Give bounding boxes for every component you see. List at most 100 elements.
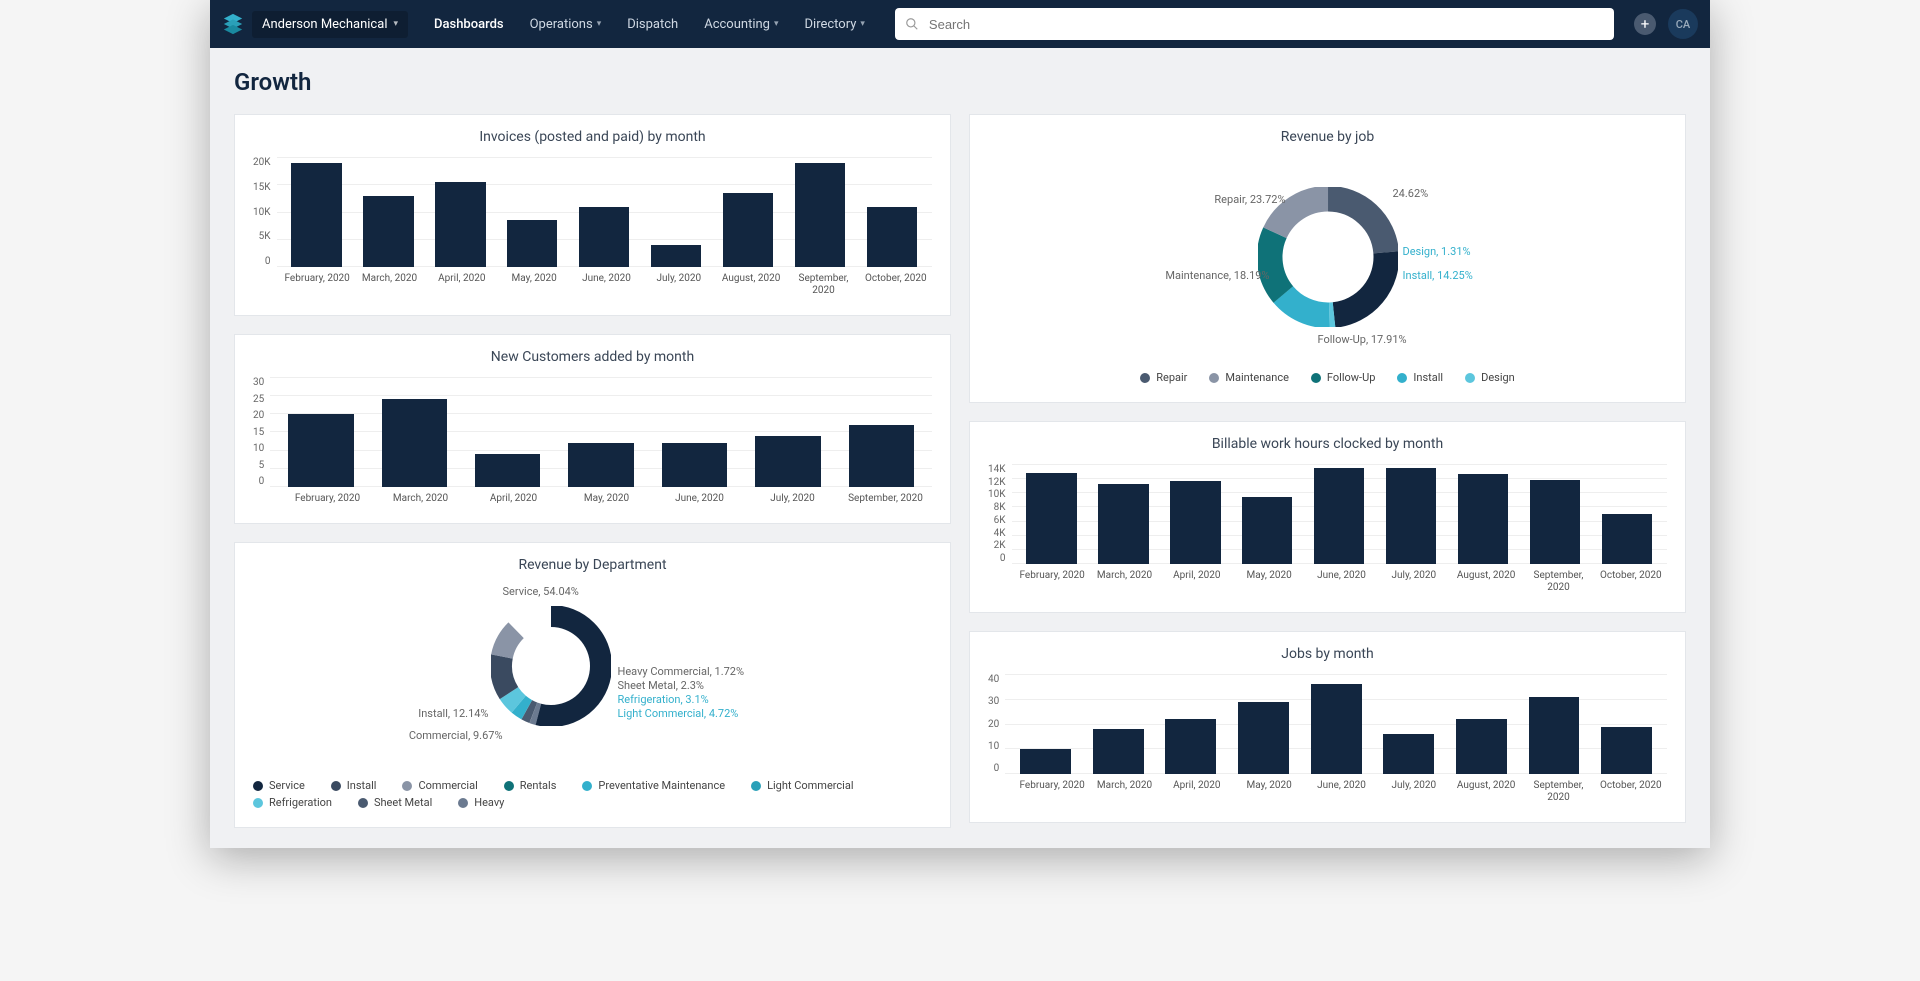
- card-new-customers: New Customers added by month 30252015105…: [234, 334, 951, 524]
- bar: [568, 443, 633, 487]
- chart-title: Billable work hours clocked by month: [988, 436, 1667, 452]
- slice-label: Design, 1.31%: [1403, 245, 1471, 258]
- nav-item-accounting[interactable]: Accounting▾: [694, 11, 788, 38]
- y-axis: 302520151050: [253, 377, 270, 487]
- bar: [1026, 473, 1076, 564]
- card-invoices: Invoices (posted and paid) by month 20K1…: [234, 114, 951, 316]
- bar: [723, 193, 773, 267]
- x-label: September, 2020: [1522, 780, 1594, 804]
- card-billable-hours: Billable work hours clocked by month 14K…: [969, 421, 1686, 613]
- logo-icon: [222, 13, 244, 35]
- nav-item-operations[interactable]: Operations▾: [520, 11, 612, 38]
- search-icon: [905, 16, 919, 35]
- chart-title: Revenue by Department: [253, 557, 932, 573]
- legend-item: Commercial: [402, 779, 477, 792]
- slice-label: 24.62%: [1393, 187, 1429, 200]
- legend-item: Sheet Metal: [358, 796, 432, 809]
- main-nav: DashboardsOperations▾DispatchAccounting▾…: [424, 11, 875, 38]
- x-label: September, 2020: [787, 273, 859, 297]
- bar: [1098, 484, 1148, 564]
- org-selector[interactable]: Anderson Mechanical ▾: [252, 11, 408, 38]
- bar: [1458, 474, 1508, 564]
- x-label: March, 2020: [353, 273, 425, 297]
- y-axis: 20K15K10K5K0: [253, 157, 277, 267]
- x-label: September, 2020: [839, 493, 932, 505]
- legend-item: Follow-Up: [1311, 371, 1375, 384]
- x-label: July, 2020: [1378, 780, 1450, 804]
- bar: [363, 196, 413, 268]
- legend-item: Service: [253, 779, 305, 792]
- x-label: May, 2020: [1233, 570, 1305, 594]
- user-avatar[interactable]: CA: [1668, 9, 1698, 39]
- x-label: April, 2020: [1161, 570, 1233, 594]
- bar: [867, 207, 917, 268]
- nav-item-dispatch[interactable]: Dispatch: [617, 11, 688, 38]
- legend-item: Refrigeration: [253, 796, 332, 809]
- legend-item: Heavy: [458, 796, 504, 809]
- chart-legend: RepairMaintenanceFollow-UpInstallDesign: [1140, 371, 1515, 384]
- bar: [1093, 729, 1144, 774]
- slice-label: Light Commercial, 4.72%: [618, 707, 739, 720]
- nav-item-dashboards[interactable]: Dashboards: [424, 11, 514, 38]
- x-label: August, 2020: [1450, 570, 1522, 594]
- chart-legend: Service Install Commercial Rentals Preventat…: [253, 779, 932, 809]
- x-label: February, 2020: [1016, 780, 1088, 804]
- x-label: June, 2020: [570, 273, 642, 297]
- legend-dot: [751, 781, 761, 791]
- x-label: March, 2020: [1088, 570, 1160, 594]
- slice-label: Sheet Metal, 2.3%: [618, 679, 705, 692]
- y-axis: 403020100: [988, 674, 1005, 774]
- legend-dot: [331, 781, 341, 791]
- bar: [1165, 719, 1216, 774]
- page-body: Growth Invoices (posted and paid) by mon…: [210, 48, 1710, 848]
- bar: [507, 220, 557, 267]
- x-label: February, 2020: [281, 493, 374, 505]
- legend-item: Maintenance: [1209, 371, 1289, 384]
- chevron-down-icon: ▾: [774, 19, 779, 29]
- legend-item: Preventative Maintenance: [582, 779, 725, 792]
- legend-dot: [504, 781, 514, 791]
- chart-title: Jobs by month: [988, 646, 1667, 662]
- donut-chart: Service, 54.04%Heavy Commercial, 1.72%Sh…: [383, 585, 803, 765]
- x-label: April, 2020: [1161, 780, 1233, 804]
- legend-dot: [253, 798, 263, 808]
- chart-title: Revenue by job: [988, 129, 1667, 145]
- bar: [1311, 684, 1362, 774]
- slice-label: Refrigeration, 3.1%: [618, 693, 709, 706]
- bar: [435, 182, 485, 267]
- legend-item: Install: [1397, 371, 1443, 384]
- search-input[interactable]: [895, 8, 1614, 40]
- legend-dot: [402, 781, 412, 791]
- bar: [662, 443, 727, 487]
- slice-label: Install, 14.25%: [1403, 269, 1473, 282]
- bar: [1383, 734, 1434, 774]
- chevron-down-icon: ▾: [860, 19, 865, 29]
- topbar: Anderson Mechanical ▾ DashboardsOperatio…: [210, 0, 1710, 48]
- bar: [1242, 497, 1292, 564]
- x-label: May, 2020: [498, 273, 570, 297]
- legend-item: Install: [331, 779, 377, 792]
- bar: [1314, 468, 1364, 564]
- chart-title: Invoices (posted and paid) by month: [253, 129, 932, 145]
- x-label: April, 2020: [467, 493, 560, 505]
- legend-item: Rentals: [504, 779, 557, 792]
- x-label: October, 2020: [860, 273, 932, 297]
- bar: [1530, 480, 1580, 564]
- x-label: March, 2020: [1088, 780, 1160, 804]
- slice-label: Commercial, 9.67%: [373, 729, 503, 742]
- page-title: Growth: [234, 68, 1686, 96]
- x-label: April, 2020: [426, 273, 498, 297]
- chevron-down-icon: ▾: [597, 19, 602, 29]
- add-button[interactable]: +: [1634, 13, 1656, 35]
- bar: [1170, 481, 1220, 564]
- nav-item-directory[interactable]: Directory▾: [795, 11, 875, 38]
- x-label: October, 2020: [1595, 570, 1667, 594]
- legend-dot: [358, 798, 368, 808]
- x-label: August, 2020: [1450, 780, 1522, 804]
- y-axis: 14K12K10K8K6K4K2K0: [988, 464, 1012, 564]
- x-label: August, 2020: [715, 273, 787, 297]
- org-name: Anderson Mechanical: [262, 17, 387, 32]
- card-jobs: Jobs by month 403020100 February, 2020Ma…: [969, 631, 1686, 823]
- bar: [579, 207, 629, 268]
- bar: [755, 436, 820, 487]
